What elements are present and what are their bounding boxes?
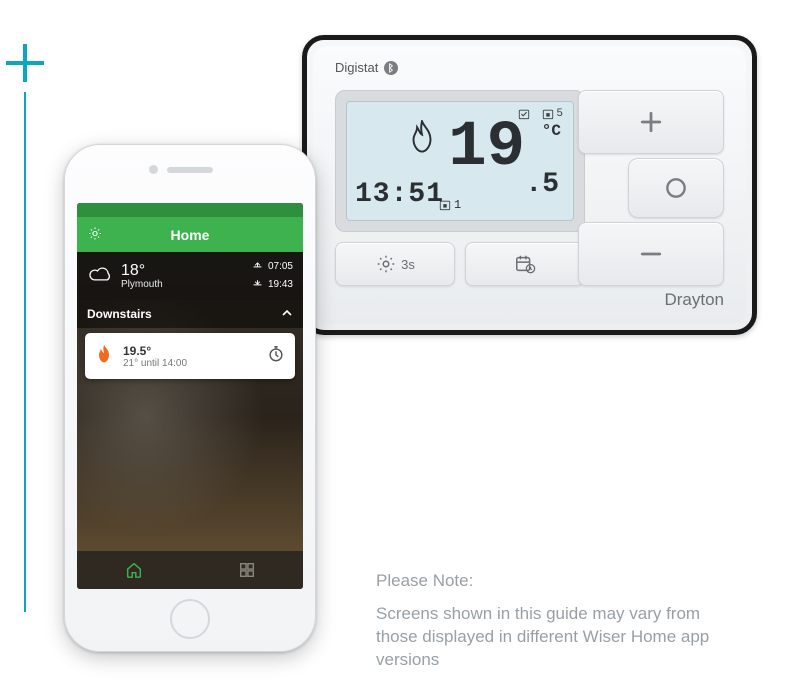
zone-card-temp: 19.5° [123, 344, 187, 358]
stopwatch-icon[interactable] [267, 345, 285, 368]
settings-hold-label: 3s [401, 257, 415, 272]
flame-icon [407, 120, 437, 159]
thermostat-model-row: Digistat [335, 60, 398, 75]
footnote: Please Note: Screens shown in this guide… [376, 570, 746, 672]
cloud-icon [87, 265, 113, 288]
lcd-time: 13:51 [355, 179, 444, 210]
lcd-schedule-bottom: 1 [439, 198, 461, 212]
lcd-schedule-indicator: 5 [518, 108, 563, 120]
phone-speaker [167, 167, 213, 173]
lcd-screen: 5 13:51 19 °C .5 1 [346, 101, 574, 221]
lcd-frame: 5 13:51 19 °C .5 1 [335, 90, 585, 232]
temp-down-button[interactable] [578, 222, 724, 286]
lcd-temp-decimal: .5 [525, 169, 559, 200]
lcd-schedule-bottom-value: 1 [454, 198, 461, 212]
zone-card-subtitle: 21° until 14:00 [123, 358, 187, 369]
thermostat-brand: Drayton [664, 290, 724, 310]
weather-left: 18° Plymouth [87, 263, 163, 290]
ok-button[interactable] [628, 158, 724, 218]
phone-device: Home 18° Plymouth 07:05 19:43 [64, 144, 316, 652]
schedule-button[interactable] [465, 242, 585, 286]
header-settings-button[interactable] [87, 225, 103, 244]
app-header: Home [77, 217, 303, 252]
app-screen: Home 18° Plymouth 07:05 19:43 [77, 203, 303, 589]
weather-temp: 18° [121, 263, 163, 279]
tab-bar [77, 551, 303, 589]
sunset-time: 19:43 [268, 278, 293, 292]
chevron-up-icon [281, 307, 293, 322]
zone-card[interactable]: 19.5° 21° until 14:00 [85, 333, 295, 379]
lcd-temp-unit: °C [542, 122, 561, 140]
accent-plus-icon [6, 44, 44, 82]
phone-home-button[interactable] [170, 599, 210, 639]
calendar-dot-icon: 5 [542, 108, 563, 120]
thermostat-model: Digistat [335, 60, 378, 75]
accent-rule [24, 92, 26, 612]
zone-name: Downstairs [87, 307, 152, 321]
temp-up-button[interactable] [578, 90, 724, 154]
lcd-schedule-day: 5 [556, 108, 563, 120]
settings-hold-button[interactable]: 3s [335, 242, 455, 286]
sunset-icon [252, 277, 263, 293]
weather-bar: 18° Plymouth 07:05 19:43 [77, 252, 303, 300]
phone-camera [149, 165, 158, 174]
lcd-temp-integer: 19 [448, 116, 525, 180]
footnote-title: Please Note: [376, 570, 746, 593]
weather-right: 07:05 19:43 [252, 259, 293, 293]
status-bar [77, 203, 303, 217]
header-title: Home [171, 227, 210, 243]
weather-location: Plymouth [121, 279, 163, 290]
sunrise-icon [252, 259, 263, 275]
footnote-body: Screens shown in this guide may vary fro… [376, 603, 746, 672]
flame-icon [95, 344, 113, 369]
zone-header[interactable]: Downstairs [77, 300, 303, 328]
tab-rooms[interactable] [190, 551, 303, 589]
sunrise-time: 07:05 [268, 260, 293, 274]
thermostat-faceplate: Digistat 5 13:51 [313, 46, 746, 324]
tab-home[interactable] [77, 551, 190, 589]
bluetooth-icon [384, 61, 398, 75]
thermostat-device: Digistat 5 13:51 [302, 35, 757, 335]
